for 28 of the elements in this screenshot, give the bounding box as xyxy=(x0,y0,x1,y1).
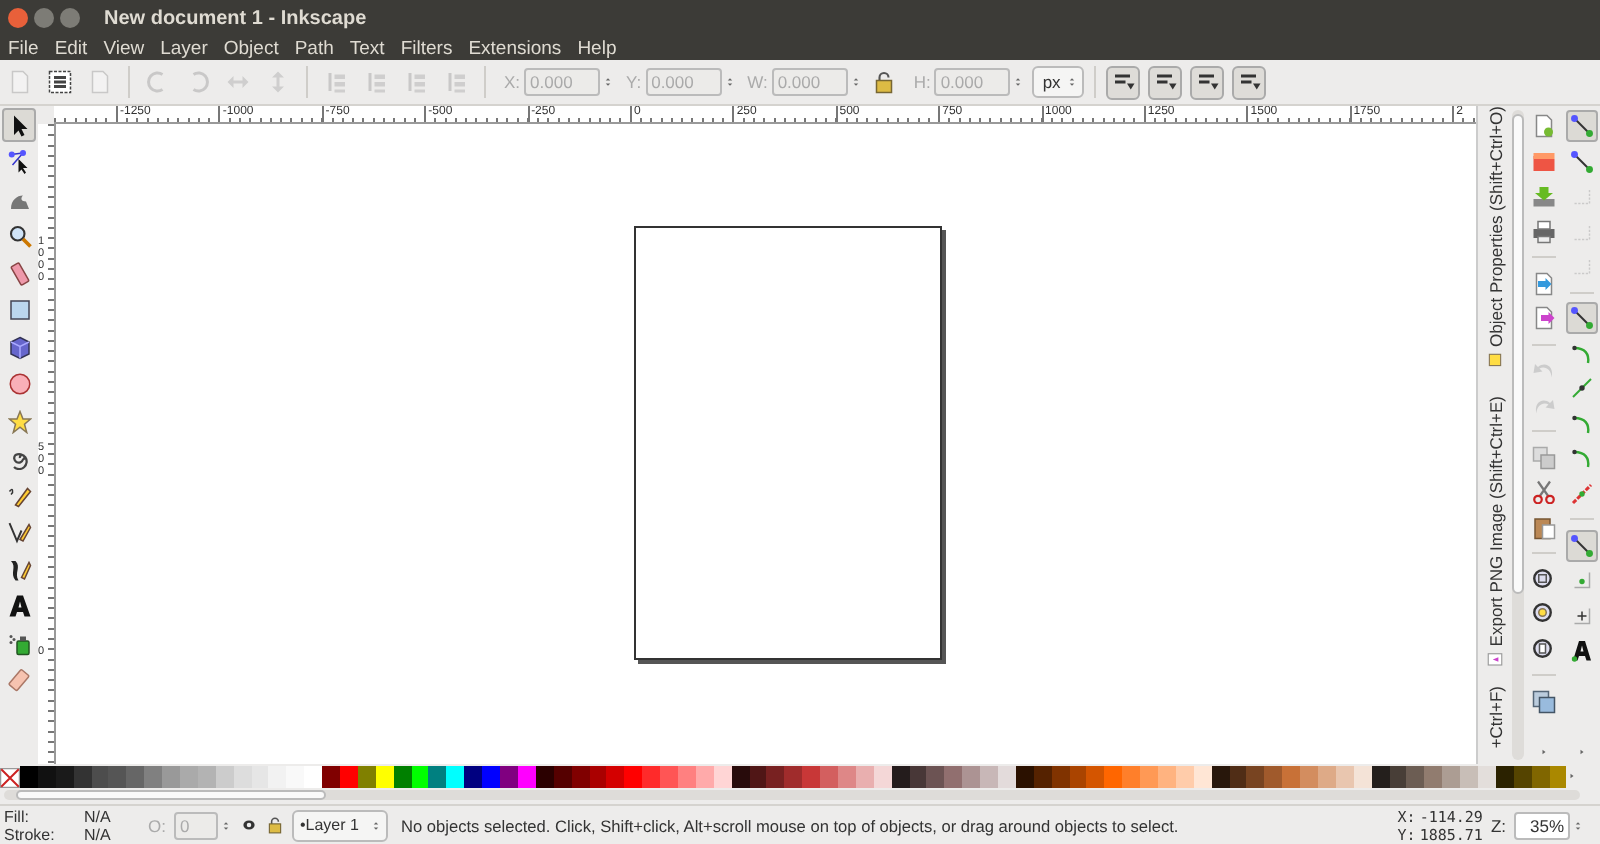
stroke-value: N/A xyxy=(84,825,111,843)
dock-tab[interactable]: +Ctrl+F) xyxy=(1485,686,1505,749)
menu-item[interactable]: Layer xyxy=(160,37,208,59)
window-title: New document 1 - Inkscape xyxy=(104,7,367,29)
unit-dropdown[interactable]: px xyxy=(1032,66,1085,98)
menu-item[interactable]: View xyxy=(103,37,145,59)
field-label: Y: xyxy=(626,72,642,92)
fill-value: N/A xyxy=(84,807,111,825)
dock-tab[interactable]: Object Properties (Shift+Ctrl+O) xyxy=(1485,106,1505,369)
menu-item[interactable]: File xyxy=(8,37,39,59)
status-message: No objects selected. Click, Shift+click, Alt+scroll mouse on top of objects, or drag around objects to select. xyxy=(400,815,1179,835)
zoom-field[interactable]: 35% xyxy=(1514,811,1570,839)
layer-dropdown[interactable]: •Layer 1 xyxy=(291,809,389,841)
zoom-label: Z: xyxy=(1490,815,1506,835)
field-label: X: xyxy=(504,72,521,92)
menu-item[interactable]: Help xyxy=(577,37,617,59)
menu-item[interactable]: Edit xyxy=(54,37,88,59)
dock-tab[interactable]: Export PNG Image (Shift+Ctrl+E) xyxy=(1485,396,1505,669)
fill-label: Fill: xyxy=(4,807,31,825)
opacity-label: O: xyxy=(148,815,166,835)
stroke-label: Stroke: xyxy=(4,825,57,843)
menu-item[interactable]: Text xyxy=(349,37,385,59)
menu-item[interactable]: Object xyxy=(223,37,279,59)
field-label: W: xyxy=(747,72,768,92)
menu-item[interactable]: Extensions xyxy=(468,37,562,59)
menu-item[interactable]: Filters xyxy=(400,37,453,59)
field-label: H: xyxy=(913,72,931,92)
menu-item[interactable]: Path xyxy=(294,37,334,59)
